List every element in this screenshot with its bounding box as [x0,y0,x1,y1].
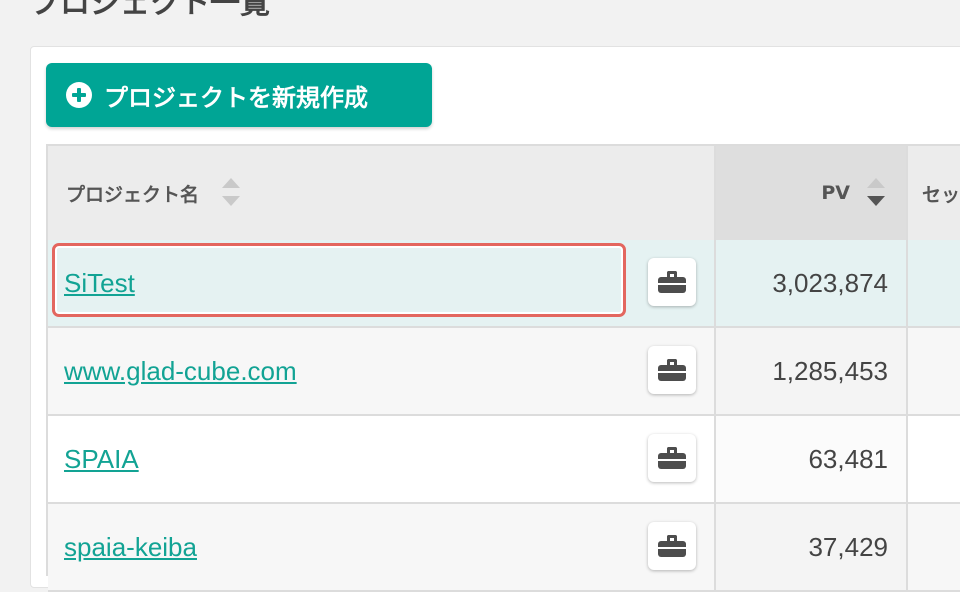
column-header-label: プロジェクト名 [66,183,200,206]
table-row: SPAIA 63,481 [48,416,960,504]
pv-cell: 3,023,874 [714,240,906,326]
project-link[interactable]: www.glad-cube.com [64,356,297,387]
briefcase-icon [658,447,686,469]
project-tools-button[interactable] [648,258,696,306]
column-header-project-name[interactable]: プロジェクト名 [48,146,714,240]
table-header: プロジェクト名 PV セッ [48,146,960,242]
project-tools-button[interactable] [648,434,696,482]
column-header-sessions[interactable]: セッ [906,146,960,240]
project-tools-button[interactable] [648,346,696,394]
create-project-label: プロジェクトを新規作成 [104,83,368,112]
sort-icon[interactable] [221,176,241,210]
table-row: SiTest 3,023,874 [48,240,960,328]
column-header-label: セッ [922,183,960,206]
column-header-pv[interactable]: PV [714,146,906,240]
selection-highlight [52,243,626,317]
column-header-label: PV [821,182,850,204]
project-name-cell: www.glad-cube.com [48,328,714,414]
briefcase-icon [658,359,686,381]
table-row: spaia-keiba 37,429 [48,504,960,592]
pv-cell: 37,429 [714,504,906,590]
sessions-cell [906,504,960,590]
sort-desc-icon[interactable] [866,176,886,210]
project-tools-button[interactable] [648,522,696,570]
page-title: プロジェクト一覧 [30,0,270,21]
project-link[interactable]: SPAIA [64,444,139,475]
briefcase-icon [658,535,686,557]
project-name-cell: SPAIA [48,416,714,502]
project-name-cell: spaia-keiba [48,504,714,590]
sessions-cell [906,240,960,326]
project-link[interactable]: SiTest [64,268,135,299]
sessions-cell [906,416,960,502]
sessions-cell [906,328,960,414]
pv-cell: 63,481 [714,416,906,502]
pv-cell: 1,285,453 [714,328,906,414]
project-name-cell: SiTest [48,240,714,326]
create-project-button[interactable]: プロジェクトを新規作成 [46,63,432,127]
project-link[interactable]: spaia-keiba [64,532,197,563]
briefcase-icon [658,271,686,293]
project-table: プロジェクト名 PV セッ SiTest 3,023,874 www.glad-… [46,144,960,592]
plus-circle-icon [66,82,92,108]
table-row: www.glad-cube.com 1,285,453 [48,328,960,416]
